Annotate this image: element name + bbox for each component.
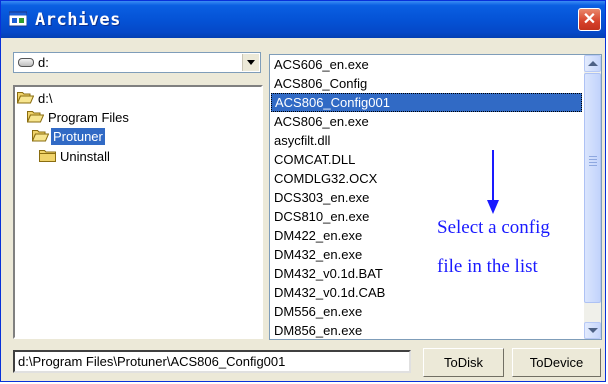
file-item-selected[interactable]: ACS806_Config001	[271, 93, 582, 112]
drive-select[interactable]: d:	[13, 52, 261, 73]
to-disk-button[interactable]: ToDisk	[423, 348, 504, 377]
vertical-scrollbar[interactable]	[584, 55, 601, 339]
drive-dropdown-button[interactable]	[242, 54, 259, 71]
title-bar[interactable]: Archives ✕	[1, 1, 605, 38]
file-item[interactable]: DCS303_en.exe	[270, 188, 582, 207]
arrow-down-icon	[487, 150, 499, 214]
chevron-down-icon	[247, 60, 255, 65]
scroll-down-button[interactable]	[584, 322, 601, 339]
chevron-up-icon	[588, 61, 598, 66]
window-app-icon	[9, 11, 27, 27]
folder-tree[interactable]: d:\ Program Files Protuner Uninstall	[13, 85, 263, 339]
scroll-up-button[interactable]	[584, 55, 601, 72]
path-value: d:\Program Files\Protuner\ACS806_Config0…	[18, 354, 286, 369]
archives-window: Archives ✕ d: d:\ Program Files Protuner…	[0, 0, 606, 382]
annotation-line-1: Select a config	[437, 217, 550, 238]
window-title: Archives	[35, 10, 121, 30]
close-icon: ✕	[582, 11, 597, 28]
file-item[interactable]: ACS806_en.exe	[270, 112, 582, 131]
file-item[interactable]: asycfilt.dll	[270, 131, 582, 150]
file-item[interactable]: COMCAT.DLL	[270, 150, 582, 169]
file-item[interactable]: ACS806_Config	[270, 74, 582, 93]
to-device-button[interactable]: ToDevice	[512, 348, 601, 377]
annotation-line-2: file in the list	[437, 256, 538, 277]
chevron-down-icon	[588, 328, 598, 333]
path-field[interactable]: d:\Program Files\Protuner\ACS806_Config0…	[13, 350, 411, 373]
file-item[interactable]: DM556_en.exe	[270, 302, 582, 321]
file-list[interactable]: ACS606_en.exe ACS806_Config ACS806_Confi…	[269, 54, 602, 340]
file-item[interactable]: DM856_en.exe	[270, 321, 582, 339]
drive-value: d:	[38, 55, 49, 70]
open-folder-icon	[27, 111, 44, 123]
drive-icon	[18, 58, 34, 67]
folder-icon	[39, 150, 56, 162]
file-item[interactable]: COMDLG32.OCX	[270, 169, 582, 188]
open-folder-icon	[32, 130, 49, 142]
close-button[interactable]: ✕	[578, 8, 601, 31]
open-folder-icon	[17, 92, 34, 104]
scroll-thumb[interactable]	[584, 73, 601, 303]
file-item[interactable]: ACS606_en.exe	[270, 55, 582, 74]
file-item[interactable]: DM432_v0.1d.CAB	[270, 283, 582, 302]
